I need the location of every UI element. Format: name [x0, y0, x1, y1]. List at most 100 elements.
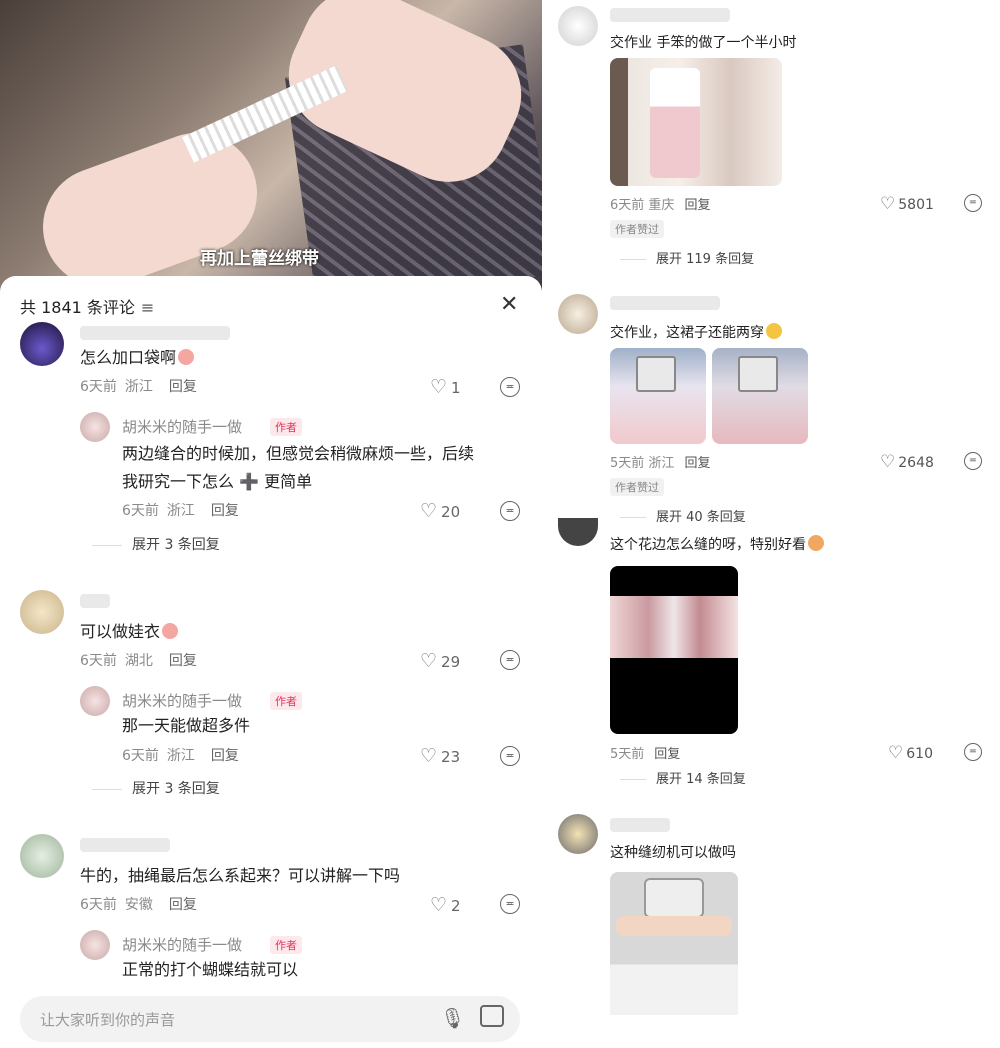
reply-button[interactable]: 回复 [169, 897, 197, 913]
photo-thumbnail[interactable] [610, 58, 782, 186]
avatar[interactable] [20, 834, 64, 878]
reply-text-line1: 两边缝合的时候加，但感觉会稍微麻烦一些，后续 [122, 444, 475, 463]
heart-icon: ♡ [430, 894, 448, 916]
reply-button[interactable]: 回复 [684, 456, 710, 471]
expand-replies[interactable]: 展开 119 条回复 [620, 248, 754, 267]
emoji-icon [178, 349, 195, 365]
comment-meta: 6天前 安徽 回复 [80, 897, 197, 913]
photo-device [738, 356, 778, 392]
avatar[interactable] [558, 6, 598, 46]
heart-icon: ♡ [420, 500, 438, 522]
right-screenshot: 交作业 手笨的做了一个半小时 6天前 重庆 回复 ♡ 5801 ≖ 作者赞过 展开 … [548, 0, 1000, 1048]
sort-icon[interactable]: ≡ [141, 298, 154, 317]
author-badge: 作者 [270, 936, 302, 954]
author-name[interactable]: 胡米米的随手一做 [122, 934, 242, 955]
comment-text: 可以做娃衣 [80, 618, 179, 646]
reply-button[interactable]: 回复 [169, 653, 197, 669]
heart-icon: ♡ [430, 376, 448, 398]
comment-input-placeholder: 让大家听到你的声音 [40, 1011, 176, 1029]
author-name[interactable]: 胡米米的随手一做 [122, 690, 242, 711]
close-icon[interactable]: ✕ [500, 292, 518, 317]
comment-text: 牛的，抽绳最后怎么系起来？可以讲解一下吗 [80, 866, 401, 885]
like-button[interactable]: ♡ 20 [420, 500, 460, 522]
expand-replies[interactable]: 展开 3 条回复 [92, 778, 220, 798]
like-button[interactable]: ♡ 23 [420, 745, 460, 767]
dislike-icon[interactable]: ≖ [500, 894, 520, 914]
reply-text-line2: 我研究一下怎么 ➕ 更简单 [122, 472, 313, 491]
like-button[interactable]: ♡ 5801 [880, 194, 934, 214]
comment-text: 交作业 手笨的做了一个半小时 [610, 35, 797, 51]
video-player[interactable]: 再加上蕾丝绑带 [0, 0, 542, 292]
like-button[interactable]: ♡ 2 [430, 894, 461, 916]
username-blurred [80, 838, 170, 852]
like-button[interactable]: ♡ 2648 [880, 452, 934, 472]
author-liked-badge: 作者赞过 [610, 478, 664, 496]
author-badge: 作者 [270, 692, 302, 710]
dislike-icon[interactable]: ≖ [964, 194, 982, 212]
heart-icon: ♡ [420, 745, 438, 767]
heart-icon: ♡ [888, 743, 904, 763]
heart-icon: ♡ [880, 452, 896, 472]
reply-button[interactable]: 回复 [654, 747, 680, 762]
dislike-icon[interactable]: ≖ [500, 501, 520, 521]
like-button[interactable]: ♡ 29 [420, 650, 460, 672]
photo-thumbnail[interactable] [610, 348, 706, 444]
username-blurred [610, 296, 720, 310]
reply-text-line1: 那一天能做超多件 [122, 716, 251, 735]
avatar[interactable] [558, 518, 598, 546]
comment-meta: 6天前 浙江 回复 [80, 379, 197, 395]
dislike-icon[interactable]: ≖ [500, 650, 520, 670]
expand-replies[interactable]: 展开 40 条回复 [620, 506, 746, 525]
photo-thumbnail[interactable] [610, 872, 738, 1040]
photo-figure [650, 68, 700, 178]
emoji-icon [808, 535, 824, 551]
comment-text: 这个花边怎么缝的呀，特别好看 [610, 534, 824, 554]
left-screenshot: 再加上蕾丝绑带 共 1841 条评论 ≡ ✕ 怎么加口袋啊 6天前 浙江 回复 ♡ 1 … [0, 0, 542, 1048]
photo-mirror-frame [610, 58, 628, 186]
reply-meta: 6天前 浙江 回复 [122, 748, 239, 764]
video-thumbnail[interactable] [610, 566, 738, 734]
photo-thumbnail[interactable] [712, 348, 808, 444]
reply-meta: 6天前 浙江 回复 [122, 503, 239, 519]
comment-text: 这种缝纫机可以做吗 [610, 845, 736, 861]
author-avatar[interactable] [80, 930, 110, 960]
reply-text-line1: 正常的打个蝴蝶结就可以 [122, 960, 299, 979]
author-avatar[interactable] [80, 686, 110, 716]
author-avatar[interactable] [80, 412, 110, 442]
video-frame [610, 596, 738, 658]
comment-meta: 5天前 浙江 回复 [610, 456, 711, 471]
like-button[interactable]: ♡ 1 [430, 376, 461, 398]
like-button[interactable]: ♡ 610 [888, 743, 933, 763]
avatar[interactable] [20, 590, 64, 634]
username-blurred [80, 326, 230, 340]
microphone-icon[interactable]: 🎙 [440, 1006, 465, 1030]
heart-icon: ♡ [420, 650, 438, 672]
photo-hands [616, 916, 732, 936]
photo-device [636, 356, 676, 392]
comment-meta: 6天前 湖北 回复 [80, 653, 197, 669]
comment-input[interactable]: 让大家听到你的声音 🎙 [20, 996, 520, 1042]
username-blurred [80, 594, 110, 608]
expand-replies[interactable]: 展开 14 条回复 [620, 768, 746, 787]
comment-text: 交作业，这裙子还能两穿 [610, 322, 782, 342]
reply-button[interactable]: 回复 [684, 198, 710, 213]
heart-icon: ♡ [880, 194, 896, 214]
comment-text: 怎么加口袋啊 [80, 344, 195, 372]
comment-count: 共 1841 条评论 ≡ [20, 298, 155, 317]
avatar[interactable] [558, 294, 598, 334]
reply-button[interactable]: 回复 [211, 503, 239, 519]
dislike-icon[interactable]: ≖ [500, 746, 520, 766]
author-name[interactable]: 胡米米的随手一做 [122, 416, 242, 437]
dislike-icon[interactable]: ≖ [500, 377, 520, 397]
username-blurred [610, 818, 670, 832]
image-icon[interactable] [480, 1005, 504, 1027]
avatar[interactable] [558, 814, 598, 854]
author-liked-badge: 作者赞过 [610, 220, 664, 238]
dislike-icon[interactable]: ≖ [964, 452, 982, 470]
avatar[interactable] [20, 322, 64, 366]
reply-button[interactable]: 回复 [211, 748, 239, 764]
emoji-icon [162, 623, 179, 639]
expand-replies[interactable]: 展开 3 条回复 [92, 534, 220, 554]
reply-button[interactable]: 回复 [169, 379, 197, 395]
dislike-icon[interactable]: ≖ [964, 743, 982, 761]
